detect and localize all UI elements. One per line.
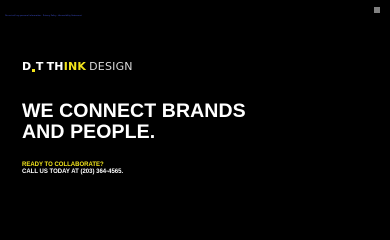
logo-th: TH	[46, 60, 64, 73]
menu-button[interactable]	[373, 6, 383, 15]
logo[interactable]: D T TH INK DESIGN	[22, 60, 133, 74]
hamburger-menu-icon	[374, 7, 380, 13]
hero-headline-line-1: WE CONNECT BRANDS	[22, 100, 246, 122]
logo-design: DESIGN	[89, 60, 133, 73]
hero-headline: WE CONNECT BRANDS AND PEOPLE.	[22, 101, 246, 143]
cta-label: READY TO COLLABORATE?	[22, 162, 104, 168]
logo-letter-d: D	[22, 60, 32, 73]
logo-letter-t: T	[35, 60, 44, 73]
top-utility-link[interactable]: Do not sell my personal information · Pr…	[5, 15, 82, 17]
logo-ink: INK	[63, 60, 87, 73]
cta-phone[interactable]: CALL US TODAY AT (203) 364-4565.	[22, 169, 123, 176]
top-bar: Do not sell my personal information · Pr…	[0, 0, 390, 22]
hero-headline-line-2: AND PEOPLE.	[22, 121, 156, 143]
